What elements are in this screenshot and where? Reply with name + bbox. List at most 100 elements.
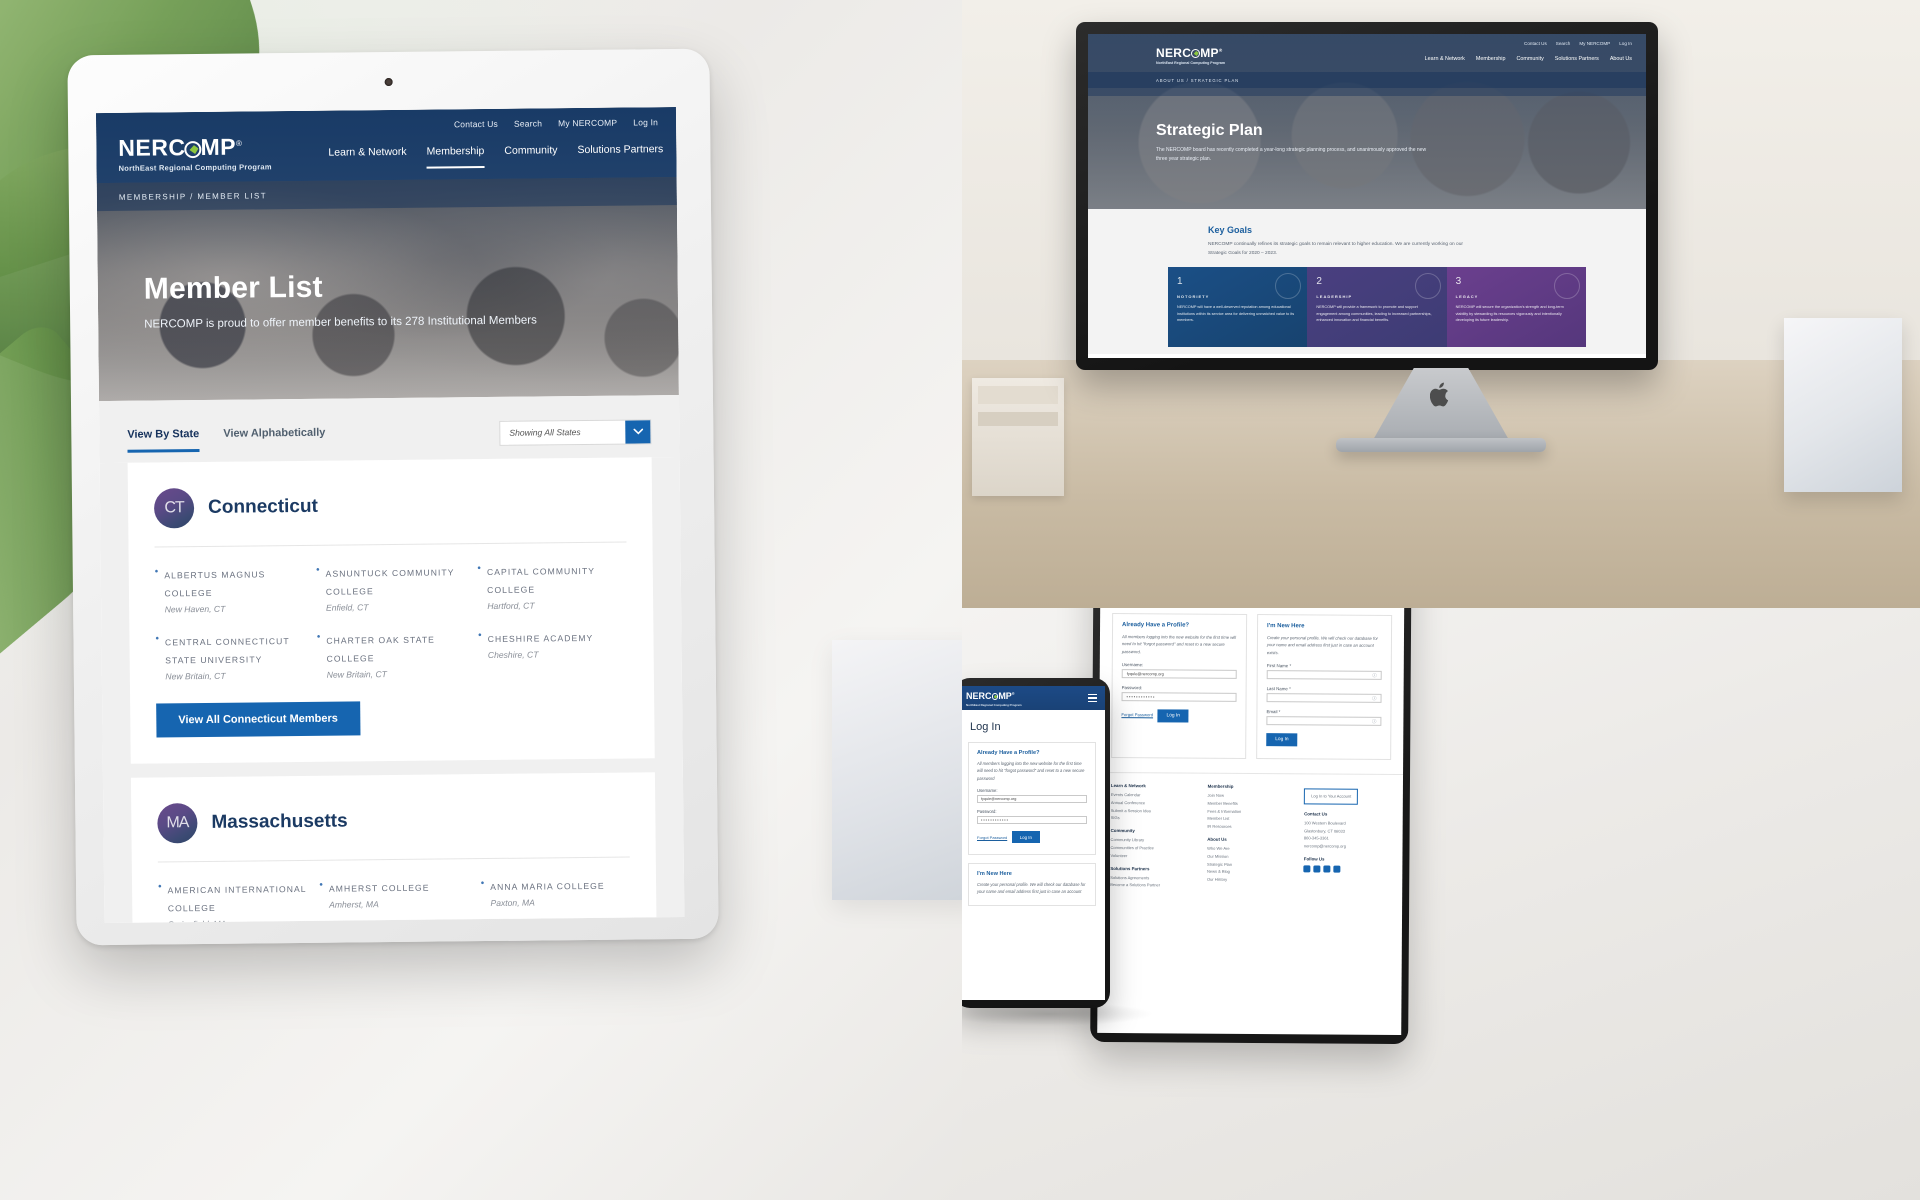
new-user-description: Create your personal profile. We will ch… [977, 881, 1086, 894]
nav-item-about-us[interactable]: About Us [1610, 56, 1632, 62]
forgot-password-link[interactable]: Forgot Password [977, 835, 1007, 840]
chevron-down-icon[interactable] [625, 419, 651, 444]
bullet-icon: • [316, 564, 320, 576]
list-item[interactable]: • CHARTER OAK STATE COLLEGE New Britain,… [317, 629, 467, 680]
view-all-connecticut-members-button[interactable]: View All Connecticut Members [156, 701, 361, 738]
login-submit-button[interactable]: Log In [1011, 831, 1040, 844]
composite-device-mockup: Contact Us Search My NERCOMP Log In NERC… [0, 0, 1920, 1200]
tablet-login-device: Contact Us Search Log In NERCMP® NorthEa… [1090, 608, 1412, 1045]
list-item[interactable]: • ALBERTUS MAGNUS COLLEGE New Haven, CT [155, 564, 305, 615]
utility-nav-log-in[interactable]: Log In [633, 117, 658, 127]
tab-view-alphabetically[interactable]: View Alphabetically [223, 427, 325, 452]
member-location: New Britain, CT [326, 669, 387, 680]
nav-item-community[interactable]: Community [504, 144, 557, 168]
social-links [1303, 865, 1391, 873]
goal-card-notoriety[interactable]: 1 NOTORIETY NERCOMP will have a well-des… [1168, 267, 1308, 347]
footer-link[interactable]: IR Resources [1207, 823, 1294, 831]
view-controls: View By State View Alphabetically Showin… [98, 395, 680, 464]
nav-item-solutions-partners[interactable]: Solutions Partners [1555, 56, 1599, 62]
utility-nav-search[interactable]: Search [514, 118, 542, 128]
site-navbar: Contact Us Search My NERCOMP Log In NERC… [95, 107, 677, 184]
linkedin-icon[interactable] [1313, 865, 1321, 873]
site-logo[interactable]: NERC MP® NorthEast Regional Computing Pro… [118, 134, 272, 173]
utility-nav-contact-us[interactable]: Contact Us [1524, 41, 1547, 46]
twitter-icon[interactable] [1323, 865, 1331, 873]
nav-item-membership[interactable]: Membership [1476, 56, 1506, 62]
site-footer: Learn & Network Events Calendar Annual C… [1098, 771, 1404, 902]
key-goals-section: Key Goals NERCOMP continually refines it… [1088, 209, 1646, 354]
nav-item-learn-network[interactable]: Learn & Network [1425, 56, 1465, 62]
password-input[interactable]: •••••••••••• [1121, 692, 1237, 702]
utility-nav-log-in[interactable]: Log In [1619, 41, 1632, 46]
log-in-to-account-button[interactable]: Log In to Your Account [1304, 788, 1359, 805]
contact-email[interactable]: nercomp@nercomp.org [1304, 843, 1391, 851]
imac-base [1336, 438, 1546, 452]
tablet-mockup-scene: Contact Us Search My NERCOMP Log In NERC… [0, 0, 962, 1200]
state-filter-dropdown[interactable]: Showing All States [499, 418, 652, 446]
footer-link[interactable]: Our History [1207, 876, 1294, 884]
hamburger-menu-icon[interactable] [1088, 694, 1097, 704]
password-input[interactable]: •••••••••••• [977, 816, 1087, 825]
bullet-icon: • [319, 879, 323, 891]
new-user-submit-button[interactable]: Log In [1266, 733, 1298, 747]
login-submit-button[interactable]: Log In [1157, 709, 1189, 723]
login-columns: Already Have a Profile? All members logg… [1099, 613, 1404, 761]
strategic-plan-hero: Contact Us Search My NERCOMP Log In NERC… [1088, 34, 1646, 209]
list-item[interactable]: • AMERICAN INTERNATIONAL COLLEGE Springf… [158, 879, 308, 923]
nav-item-membership[interactable]: Membership [426, 145, 485, 169]
list-item[interactable]: • CHESHIRE ACADEMY Cheshire, CT [478, 628, 628, 679]
utility-nav-my-nercomp[interactable]: My NERCOMP [558, 118, 617, 129]
bullet-icon: • [477, 563, 481, 575]
goal-card-leadership[interactable]: 2 LEADERSHIP NERCOMP will provide a fram… [1307, 267, 1447, 347]
globe-icon [1191, 49, 1201, 58]
nav-item-learn-network[interactable]: Learn & Network [328, 146, 406, 170]
tablet-screen: Contact Us Search My NERCOMP Log In NERC… [95, 107, 685, 924]
goal-figure-icon [1414, 273, 1441, 299]
nav-item-solutions-partners[interactable]: Solutions Partners [577, 143, 663, 167]
logo-wordmark: NERC MP® [966, 691, 1015, 701]
last-name-input[interactable]: ⓘ [1266, 693, 1382, 703]
list-item[interactable]: • CENTRAL CONNECTICUT STATE UNIVERSITY N… [155, 631, 305, 682]
page-title: Member List [143, 270, 323, 306]
footer-link[interactable]: Become a Solutions Partner [1110, 881, 1197, 889]
username-label: Username: [977, 788, 998, 794]
first-name-input[interactable]: ⓘ [1266, 670, 1382, 680]
list-item[interactable]: • ASNUNTUCK COMMUNITY COLLEGE Enfield, C… [316, 562, 466, 613]
decorative-marble-block [832, 640, 962, 900]
state-header: CT Connecticut [153, 484, 627, 547]
bullet-icon: • [316, 631, 321, 643]
member-list-content: CT Connecticut • ALBERTUS MAGNUS COLLEGE… [99, 456, 685, 924]
mobile-navbar: NERC MP® NorthEast Regional Computing Pro… [962, 686, 1105, 710]
state-name-massachusetts: Massachusetts [211, 810, 348, 833]
decorative-marble-cube [1784, 318, 1902, 492]
username-input[interactable]: fyqule@nercomp.org [977, 795, 1087, 804]
instagram-icon[interactable] [1333, 865, 1341, 873]
bullet-icon: • [155, 633, 160, 645]
site-logo[interactable]: NERC MP® NorthEast Regional Computing Pro… [1156, 47, 1225, 65]
goal-card-legacy[interactable]: 3 LEGACY NERCOMP will secure the organiz… [1446, 267, 1586, 347]
tab-view-by-state[interactable]: View By State [127, 428, 200, 453]
username-input[interactable]: fyqule@nercomp.org [1121, 669, 1237, 679]
list-item[interactable]: • ANNA MARIA COLLEGE Paxton, MA [481, 876, 631, 924]
utility-nav-search[interactable]: Search [1556, 41, 1571, 46]
footer-link[interactable]: Volunteer [1110, 852, 1197, 860]
list-item[interactable]: • AMHERST COLLEGE Amherst, MA [319, 877, 469, 923]
new-user-card: I'm New Here Create your personal profil… [1256, 614, 1393, 761]
registered-mark: ® [235, 138, 243, 148]
utility-nav-contact-us[interactable]: Contact Us [454, 119, 498, 129]
state-filter-value: Showing All States [509, 427, 581, 438]
list-item[interactable]: • CAPITAL COMMUNITY COLLEGE Hartford, CT [477, 561, 627, 612]
member-location: Amherst, MA [329, 899, 379, 910]
utility-nav-my-nercomp[interactable]: My NERCOMP [1579, 41, 1610, 46]
nav-item-community[interactable]: Community [1517, 56, 1544, 62]
new-user-description: Create your personal profile. We will ch… [1266, 635, 1378, 655]
member-grid-massachusetts: • AMERICAN INTERNATIONAL COLLEGE Springf… [158, 858, 631, 924]
site-logo[interactable]: NERC MP® NorthEast Regional Computing Pro… [966, 692, 1022, 707]
email-input[interactable]: ⓘ [1266, 716, 1382, 726]
bullet-icon: • [158, 881, 162, 893]
forgot-password-link[interactable]: Forgot Password [1121, 712, 1153, 717]
footer-col-learn-network: Learn & Network Events Calendar Annual C… [1110, 783, 1197, 890]
footer-link[interactable]: SIGs [1111, 814, 1198, 822]
apple-logo-icon [1429, 382, 1452, 408]
facebook-icon[interactable] [1303, 865, 1311, 873]
